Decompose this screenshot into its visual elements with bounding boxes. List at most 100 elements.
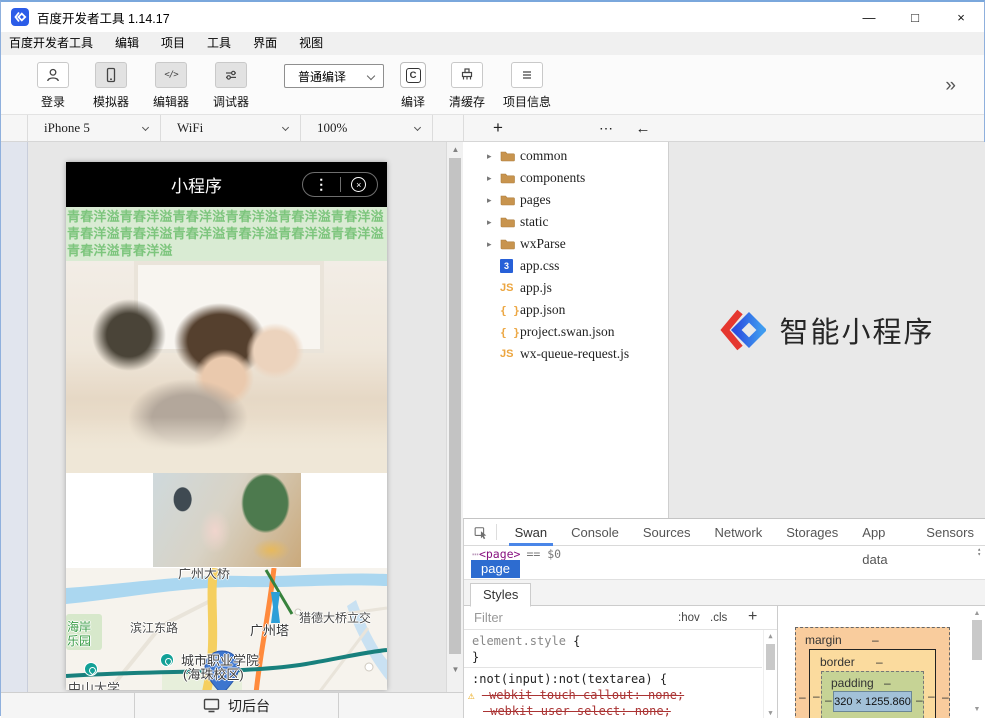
chevron-down-icon [414, 124, 421, 131]
box-model-margin[interactable]: margin – – – border – – – padding – – – … [795, 627, 950, 718]
map-view[interactable]: 广州大桥 滨江东路 广州塔 猎德大桥立交 城市职业学院 (海珠校区) 中山大学 … [66, 568, 387, 690]
collapse-panel-button[interactable]: ← [632, 115, 654, 141]
network-select[interactable]: WiFi [161, 115, 301, 141]
menu-interface[interactable]: 界面 [242, 32, 288, 55]
compile-button[interactable]: C 编译 [391, 62, 435, 110]
compile-mode-value: 普通编译 [298, 68, 346, 85]
tree-item-app-json[interactable]: { } app.json [463, 299, 668, 321]
folder-icon [500, 238, 520, 250]
compile-mode-select[interactable]: 普通编译 [284, 64, 384, 88]
devtools-tabbar: Swan Console Sources Network Storages Ap… [464, 519, 985, 546]
login-button[interactable]: 登录 [23, 62, 83, 110]
close-circle-icon: × [351, 177, 366, 192]
tree-item-wxparse[interactable]: ▸ wxParse [463, 233, 668, 255]
scroll-up-icon[interactable]: ▲ [447, 145, 464, 154]
scroll-down-icon[interactable]: ▼ [447, 665, 464, 674]
boxmodel-scrollbar[interactable]: ▲ ▼ [970, 606, 984, 718]
debugger-button[interactable]: 调试器 [201, 62, 261, 110]
file-tree: ▸ common ▸ components ▸ pages ▸ static ▸… [463, 142, 669, 518]
menu-app[interactable]: 百度开发者工具 [1, 32, 104, 55]
tab-sources[interactable]: Sources [631, 519, 703, 546]
expand-arrow-icon[interactable]: ▸ [487, 217, 500, 228]
phone-icon [102, 66, 120, 84]
menu-project[interactable]: 项目 [150, 32, 196, 55]
code-icon: </> [164, 70, 177, 80]
simulator-button[interactable]: 模拟器 [81, 62, 141, 110]
element-eq-ref: == $0 [526, 547, 561, 560]
tree-item-app-js[interactable]: JS app.js [463, 277, 668, 299]
christmas-photo [153, 473, 301, 567]
style-prop-callout[interactable]: ⚠ -webkit-touch-callout: none; [468, 688, 684, 702]
style-rule-element[interactable]: element.style { [472, 634, 580, 648]
editor-button[interactable]: </> 编辑器 [141, 62, 201, 110]
style-rule-close: } [472, 650, 479, 664]
element-tag[interactable]: <page> [479, 547, 521, 560]
menu-tools[interactable]: 工具 [196, 32, 242, 55]
box-model-content[interactable]: 320 × 1255.860 [833, 691, 912, 712]
toggle-class-button[interactable]: .cls [710, 612, 727, 624]
editor-canvas: 智能小程序 [669, 142, 985, 518]
tab-styles[interactable]: Styles [470, 583, 531, 607]
left-edge-panel [1, 142, 28, 692]
toggle-hover-state-button[interactable]: :hov [678, 612, 700, 624]
tree-scrollbar[interactable]: ▲ ▼ [446, 142, 463, 692]
tree-item-static[interactable]: ▸ static [463, 211, 668, 233]
tree-item-common[interactable]: ▸ common [463, 145, 668, 167]
scrollbar-thumb[interactable] [449, 158, 461, 654]
expand-arrow-icon[interactable]: ▸ [487, 195, 500, 206]
tab-console[interactable]: Console [559, 519, 631, 546]
maximize-button[interactable]: □ [892, 2, 938, 32]
minimize-button[interactable]: — [846, 2, 892, 32]
page-title: 小程序 [66, 162, 327, 207]
tab-swan[interactable]: Swan [503, 519, 560, 546]
expand-arrow-icon[interactable]: ▸ [487, 239, 500, 250]
device-bar-spacer [1, 115, 28, 141]
menu-edit[interactable]: 编辑 [104, 32, 150, 55]
device-select[interactable]: iPhone 5 [28, 115, 161, 141]
new-style-rule-button[interactable]: + [748, 608, 757, 626]
js-file-icon: JS [500, 282, 520, 294]
tab-storages[interactable]: Storages [774, 519, 850, 546]
json-file-icon: { } [500, 304, 520, 317]
close-button[interactable]: × [938, 2, 984, 32]
switch-background-button[interactable]: 切后台 [134, 693, 339, 718]
styles-pane: element.style { } :not(input):not(textar… [464, 630, 777, 718]
phone-simulator: 小程序 ⋮ × 青春洋溢青春洋溢青春洋溢青春洋溢青春洋溢青春洋溢青春洋溢青春洋溢… [66, 162, 387, 690]
box-model-padding[interactable]: padding – – – 320 × 1255.860 [821, 671, 924, 718]
box-model-border[interactable]: border – – – padding – – – 320 × 1255.86… [809, 649, 936, 718]
project-info-button[interactable]: 项目信息 [497, 62, 557, 110]
tab-app-data[interactable]: App data [850, 519, 914, 546]
expand-arrow-icon[interactable]: ▸ [487, 151, 500, 162]
elements-tree-row[interactable]: ⋯<page>== $0 ▴▾ [464, 546, 985, 560]
scrollbar-thumb[interactable] [972, 620, 982, 660]
tab-sensors[interactable]: Sensors [914, 519, 985, 546]
zoom-select[interactable]: 100% [301, 115, 433, 141]
tree-item-app-css[interactable]: 3 app.css [463, 255, 668, 277]
scroll-up-icon[interactable]: ▲ [970, 610, 984, 617]
inspect-icon[interactable] [474, 523, 488, 541]
add-file-button[interactable]: + [488, 115, 508, 141]
breadcrumb-page-chip[interactable]: page [471, 560, 520, 578]
menu-dots-icon[interactable]: ⋮ [303, 176, 340, 193]
expand-arrow-icon[interactable]: ▸ [487, 173, 500, 184]
close-miniapp-button[interactable]: × [341, 177, 378, 192]
tab-network[interactable]: Network [703, 519, 775, 546]
map-label-road: 滨江东路 [130, 619, 178, 636]
map-label-campus: (海珠校区) [183, 664, 244, 683]
style-rule-selector[interactable]: :not(input):not(textarea) { [472, 672, 667, 686]
scroll-down-icon[interactable]: ▼ [970, 706, 984, 713]
menu-view[interactable]: 视图 [288, 32, 334, 55]
scroll-stepper-icon[interactable]: ▴▾ [977, 547, 981, 557]
scroll-up-icon[interactable]: ▲ [764, 632, 777, 640]
app-window: 百度开发者工具 1.14.17 — □ × 百度开发者工具 编辑 项目 工具 界… [0, 0, 985, 716]
tree-item-pages[interactable]: ▸ pages [463, 189, 668, 211]
styles-scrollbar[interactable]: ▲ ▼ [763, 630, 776, 718]
clear-cache-button[interactable]: 清缓存 [437, 62, 497, 110]
tree-item-project-swan-json[interactable]: { } project.swan.json [463, 321, 668, 343]
filter-input[interactable] [464, 606, 624, 625]
toolbar-overflow-button[interactable]: » [945, 75, 956, 97]
tree-item-wx-queue-request-js[interactable]: JS wx-queue-request.js [463, 343, 668, 365]
scrollbar-thumb[interactable] [766, 644, 775, 670]
more-options-button[interactable]: ⋯ [594, 115, 618, 141]
tree-item-components[interactable]: ▸ components [463, 167, 668, 189]
